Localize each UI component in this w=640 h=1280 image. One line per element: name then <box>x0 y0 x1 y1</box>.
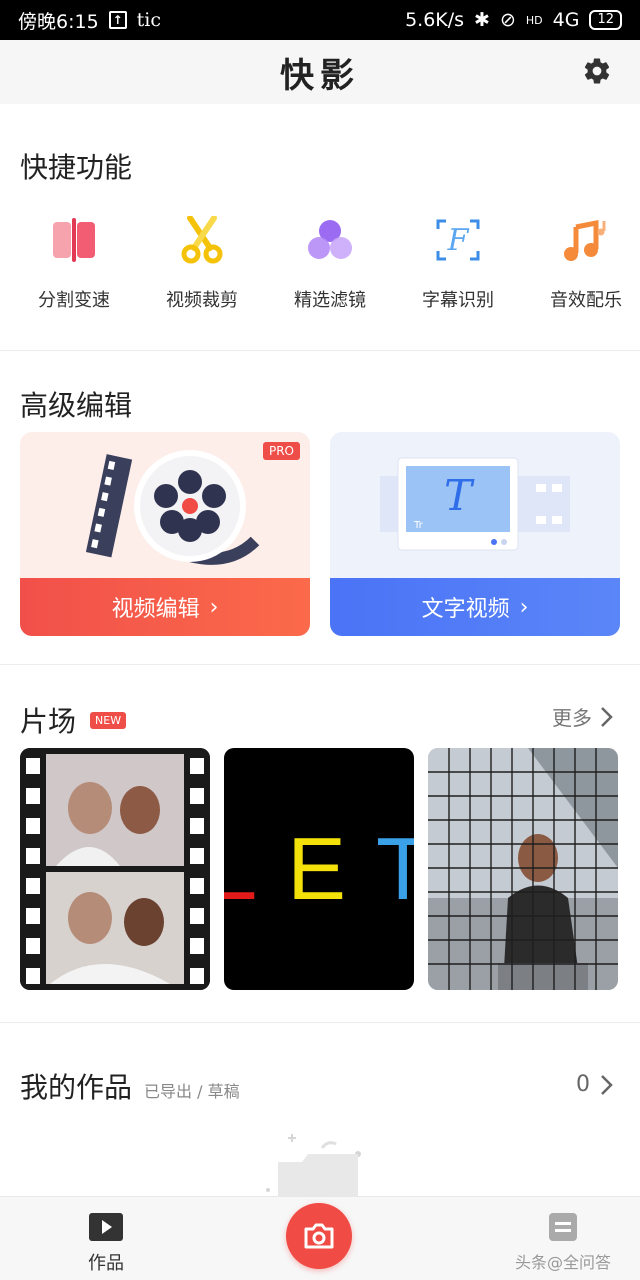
works-section-title: 我的作品 <box>20 1071 133 1104</box>
studio-thumb-let[interactable]: L E T <box>224 748 414 990</box>
film-reel-illustration <box>85 450 260 565</box>
document-icon <box>549 1213 577 1241</box>
gear-icon[interactable] <box>582 56 612 86</box>
divider <box>0 350 640 351</box>
studio-thumb-grid-girl[interactable] <box>428 748 618 990</box>
battery-icon: 12 <box>589 10 622 30</box>
text-video-label: 文字视频 <box>421 597 510 622</box>
quick-item-split[interactable]: 分割变速 <box>20 212 128 312</box>
upload-icon: ↑ <box>108 11 127 29</box>
subtitle-icon: F <box>430 212 486 268</box>
text-video-card[interactable]: T Tr 文字视频 › <box>330 432 620 636</box>
divider <box>0 1022 640 1023</box>
quick-item-filter[interactable]: 精选滤镜 <box>276 212 384 312</box>
chevron-right-icon: › <box>209 594 219 620</box>
quick-item-trim[interactable]: 视频裁剪 <box>148 212 256 312</box>
mute-alarm-icon: ⊘ <box>499 9 516 31</box>
more-label: 更多 <box>552 706 592 730</box>
quick-label: 精选滤镜 <box>294 290 366 311</box>
quick-label: 字幕识别 <box>422 290 494 311</box>
empty-box-icon <box>266 1134 361 1198</box>
nav-works-label: 作品 <box>88 1253 124 1274</box>
let-letter-t: T <box>375 819 414 918</box>
svg-text:T: T <box>444 471 475 520</box>
music-icon <box>558 212 614 268</box>
text-video-bar: 文字视频 › <box>330 578 620 636</box>
quick-functions-row: 分割变速 视频裁剪 精选滤镜 F 字幕识别 音效配乐 <box>0 212 640 312</box>
more-link[interactable]: 更多 <box>552 702 614 731</box>
chevron-right-icon <box>601 1074 613 1095</box>
studio-thumb-film-strip[interactable] <box>20 748 210 990</box>
video-edit-card[interactable]: PRO 视频编辑 › <box>20 432 310 636</box>
status-app-name: tic <box>136 9 162 31</box>
camera-icon <box>304 1223 334 1249</box>
works-count-link[interactable]: 0 <box>576 1072 614 1097</box>
let-letter-l: L <box>224 819 258 918</box>
page-title: 快影 <box>280 55 360 96</box>
play-video-icon <box>89 1213 123 1241</box>
video-edit-label: 视频编辑 <box>111 597 200 622</box>
quick-label: 音效配乐 <box>550 290 622 311</box>
svg-text:F: F <box>447 223 470 258</box>
chevron-right-icon <box>601 706 613 727</box>
works-subtitle[interactable]: 已导出 / 草稿 <box>144 1078 240 1102</box>
chevron-right-icon: › <box>519 594 529 620</box>
split-icon <box>46 212 102 268</box>
works-header: 我的作品 已导出 / 草稿 <box>20 1066 240 1106</box>
signal-hd: HD <box>525 13 543 27</box>
bottom-nav: 作品 头条@全问答 <box>0 1196 640 1280</box>
scissors-icon <box>174 212 230 268</box>
grid-girl-image <box>428 748 618 990</box>
quick-item-music[interactable]: 音效配乐 <box>532 212 640 312</box>
app-header: 快影 <box>0 40 640 104</box>
quick-item-subtitle[interactable]: F 字幕识别 <box>404 212 512 312</box>
new-badge: NEW <box>90 711 127 729</box>
status-net-speed: 5.6K/s <box>405 9 465 31</box>
status-bar: 傍晚6:15 ↑ tic 5.6K/s ✱ ⊘ HD 4G 12 <box>0 0 640 40</box>
text-video-illustration: T Tr <box>380 457 570 551</box>
svg-text:Tr: Tr <box>413 520 424 531</box>
video-edit-bar: 视频编辑 › <box>20 578 310 636</box>
quick-label: 分割变速 <box>38 290 110 311</box>
status-network: 4G <box>552 9 580 31</box>
quick-section-title: 快捷功能 <box>20 151 133 184</box>
studio-section-title: 片场 <box>20 705 77 738</box>
film-strip-image <box>20 748 210 990</box>
nav-works[interactable]: 作品 <box>70 1213 142 1275</box>
advanced-section-title: 高级编辑 <box>20 389 133 422</box>
filter-icon <box>302 212 358 268</box>
works-count: 0 <box>576 1072 590 1097</box>
quick-label: 视频裁剪 <box>166 290 238 311</box>
bluetooth-icon: ✱ <box>474 9 490 31</box>
camera-button[interactable] <box>286 1203 352 1269</box>
studio-header: 片场 NEW <box>20 700 127 740</box>
divider <box>0 664 640 665</box>
nav-right-label: 头条@全问答 <box>514 1253 611 1272</box>
status-time: 傍晚6:15 <box>18 10 99 33</box>
let-letter-e: E <box>287 819 346 918</box>
nav-right[interactable]: 头条@全问答 <box>508 1213 618 1273</box>
